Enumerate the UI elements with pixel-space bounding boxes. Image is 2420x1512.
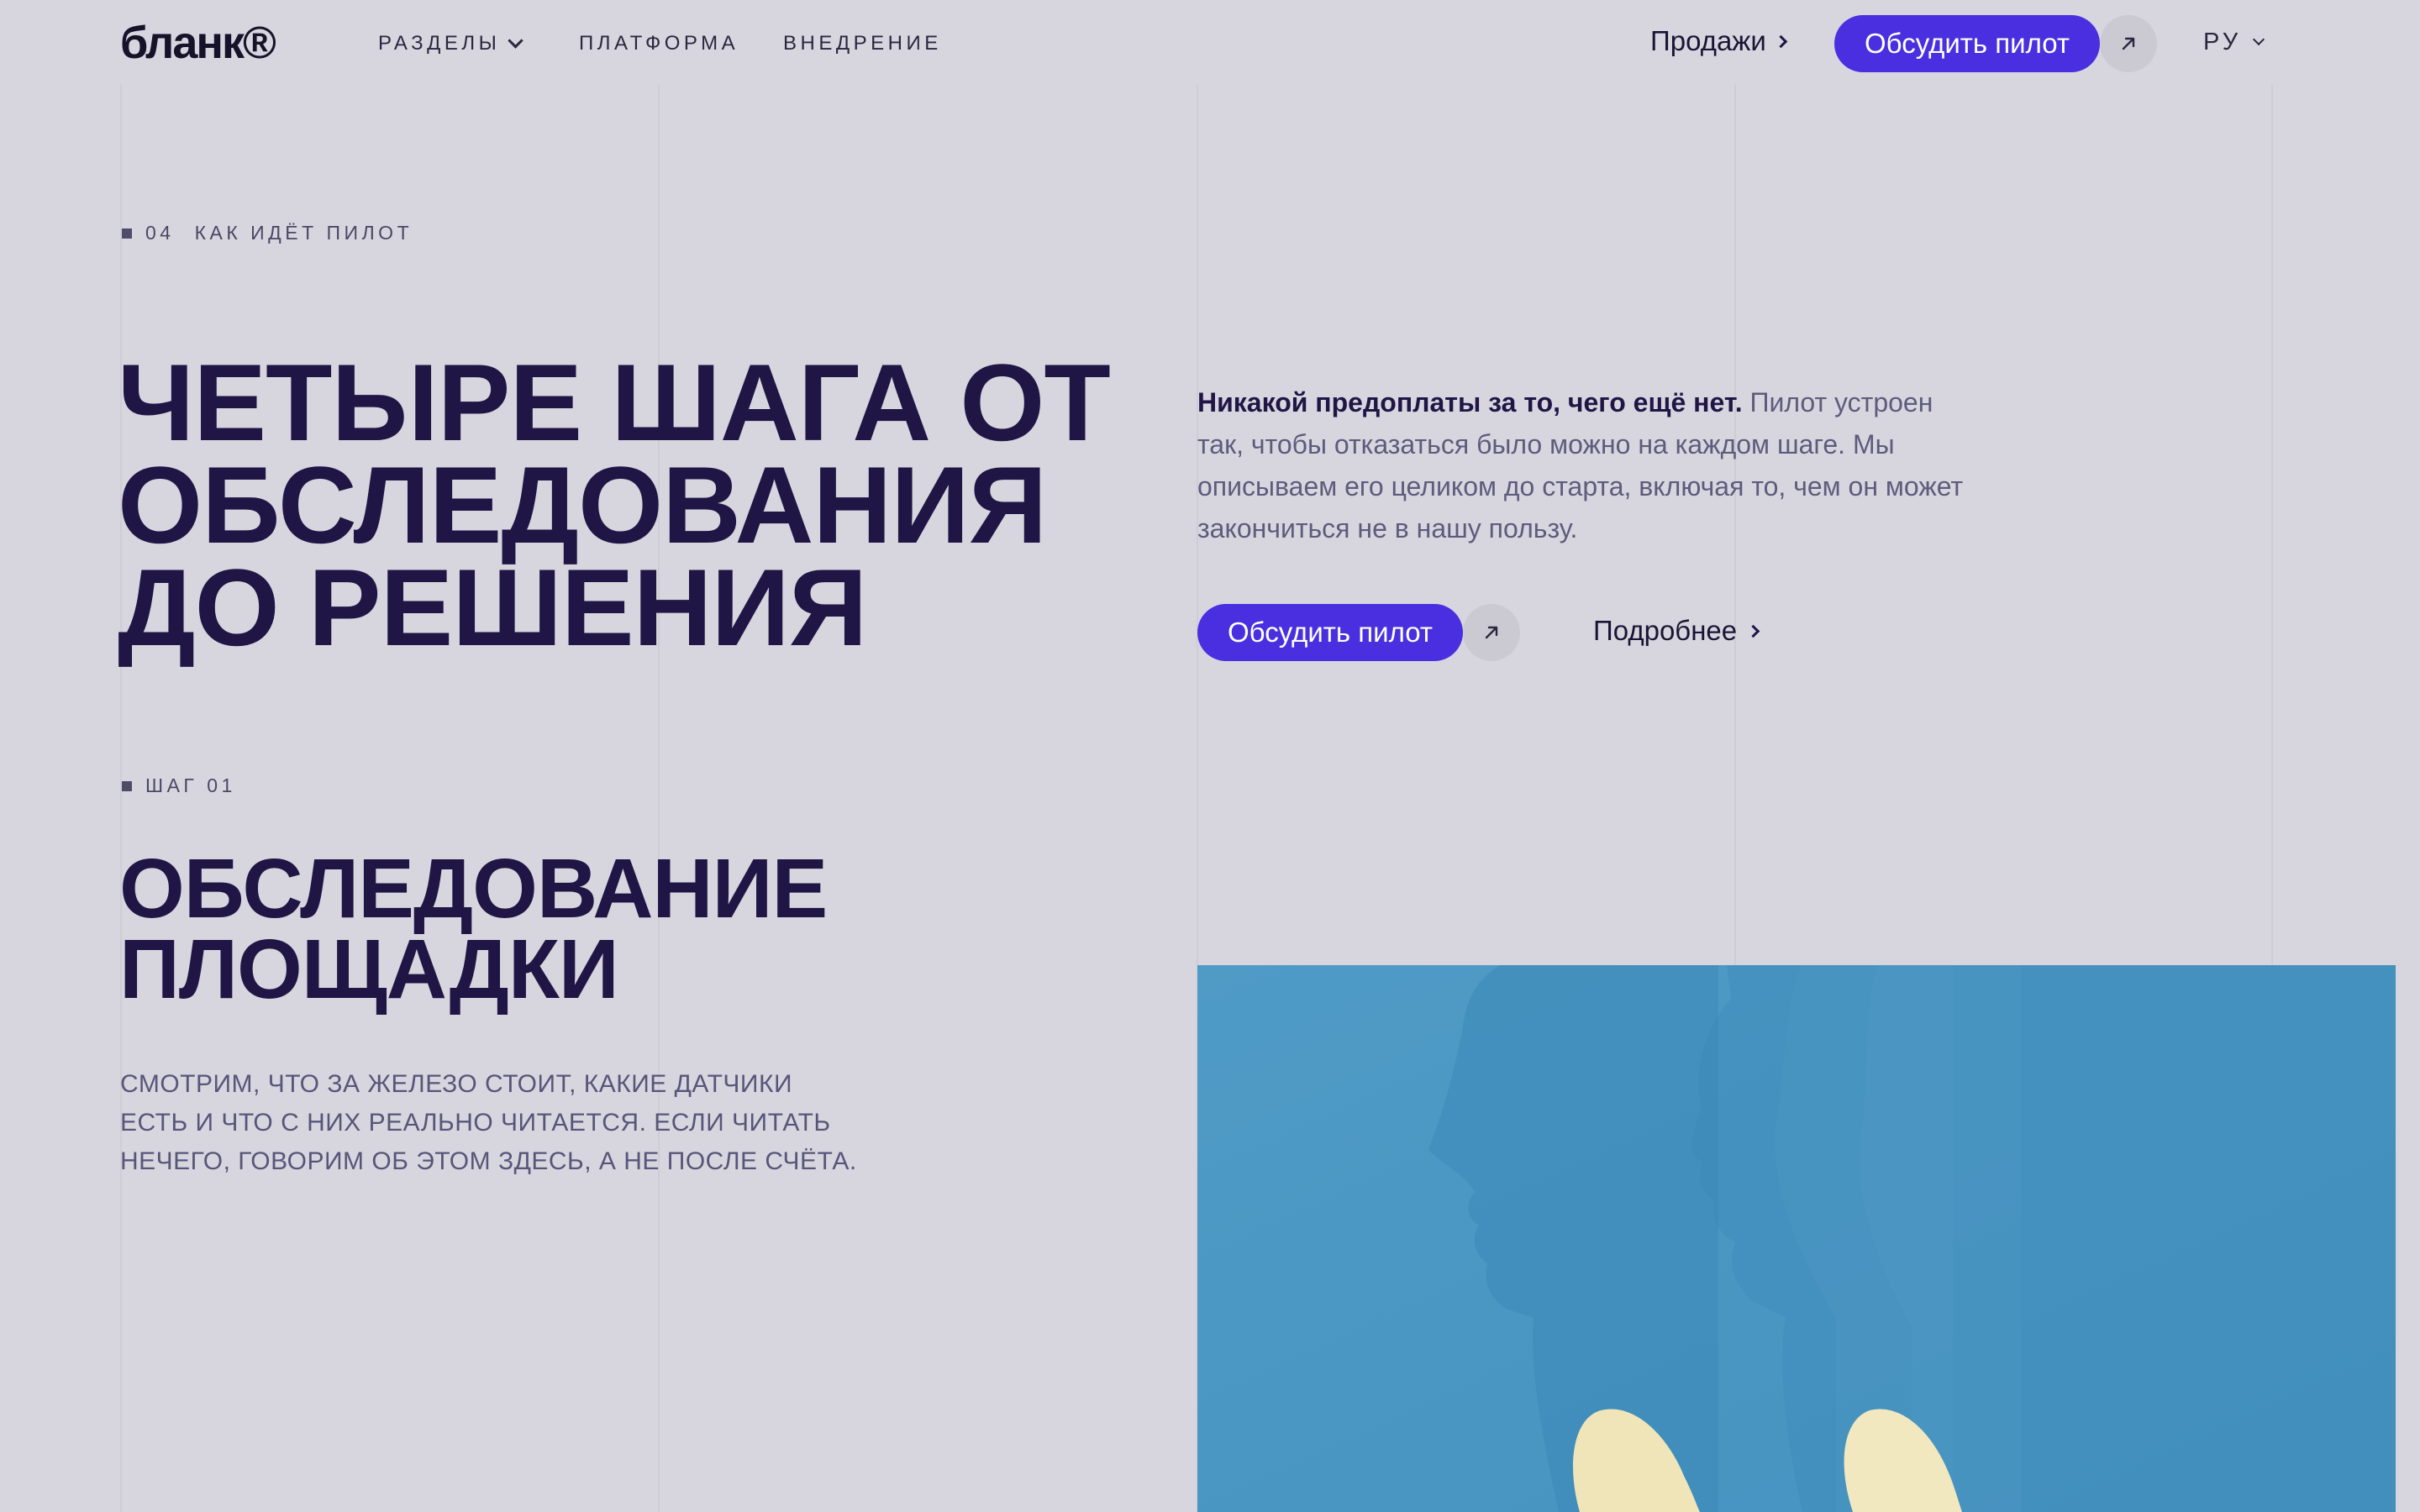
chevron-down-icon bbox=[2253, 33, 2265, 45]
step-illustration bbox=[1197, 965, 2396, 1512]
step-description: СМОТРИМ, ЧТО ЗА ЖЕЛЕЗО СТОИТ, КАКИЕ ДАТЧ… bbox=[120, 1070, 857, 1175]
square-bullet-icon bbox=[122, 780, 132, 791]
section-label: КАК ИДЁТ ПИЛОТ bbox=[194, 222, 413, 244]
discuss-pilot-label: Обсудить пилот bbox=[1228, 617, 1433, 648]
section-title: ЧЕТЫРЕ ШАГА ОТ ОБСЛЕДОВАНИЯ ДО РЕШЕНИЯ bbox=[118, 341, 1111, 669]
section-number: 04 bbox=[145, 222, 175, 244]
header-cta-label: Обсудить пилот bbox=[1865, 28, 2070, 59]
nav-sections[interactable]: РАЗДЕЛЫ bbox=[378, 32, 524, 55]
header-cta-arrow-button[interactable] bbox=[2100, 15, 2157, 72]
grid-guide bbox=[658, 84, 660, 1512]
section-intro: Никакой предоплаты за то, чего ещё нет. … bbox=[1197, 381, 1979, 549]
step-label: ШАГ 01 bbox=[145, 774, 236, 796]
page: бланк® РАЗДЕЛЫ ПЛАТФОРМА ВНЕДРЕНИЕ Прода… bbox=[0, 0, 2420, 1512]
section-eyebrow: 04 КАК ИДЁТ ПИЛОТ bbox=[122, 222, 413, 244]
nav-platform-label: ПЛАТФОРМА bbox=[579, 32, 739, 55]
language-selector[interactable]: РУ bbox=[2203, 29, 2265, 56]
nav-implementation-label: ВНЕДРЕНИЕ bbox=[783, 32, 942, 55]
nav-sections-label: РАЗДЕЛЫ bbox=[378, 32, 501, 55]
step-eyebrow: ШАГ 01 bbox=[122, 774, 236, 797]
nav-implementation[interactable]: ВНЕДРЕНИЕ bbox=[783, 32, 942, 55]
chevron-down-icon bbox=[508, 32, 524, 49]
grid-guide bbox=[120, 84, 122, 1512]
chevron-right-icon bbox=[1774, 34, 1788, 48]
discuss-pilot-button[interactable]: Обсудить пилот bbox=[1197, 604, 1463, 661]
square-bullet-icon bbox=[122, 228, 132, 239]
intro-bold: Никакой предоплаты за то, чего ещё нет. bbox=[1197, 387, 1743, 417]
language-label: РУ bbox=[2203, 29, 2242, 55]
sales-label: Продажи bbox=[1650, 25, 1766, 56]
more-label: Подробнее bbox=[1593, 615, 1738, 646]
sales-link[interactable]: Продажи bbox=[1650, 25, 1788, 57]
discuss-pilot-arrow-button[interactable] bbox=[1463, 604, 1520, 661]
header-cta-button[interactable]: Обсудить пилот bbox=[1834, 15, 2100, 72]
nav-platform[interactable]: ПЛАТФОРМА bbox=[579, 32, 739, 55]
logo[interactable]: бланк® bbox=[120, 17, 276, 69]
step-title: ОБСЛЕДОВАНИЕ ПЛОЩАДКИ bbox=[119, 842, 828, 1016]
arrow-up-right-icon bbox=[2122, 37, 2135, 50]
chevron-right-icon bbox=[1746, 624, 1760, 638]
more-link[interactable]: Подробнее bbox=[1593, 615, 1760, 647]
profile-silhouette-illustration bbox=[1197, 965, 2396, 1512]
arrow-up-right-icon bbox=[1485, 626, 1498, 639]
